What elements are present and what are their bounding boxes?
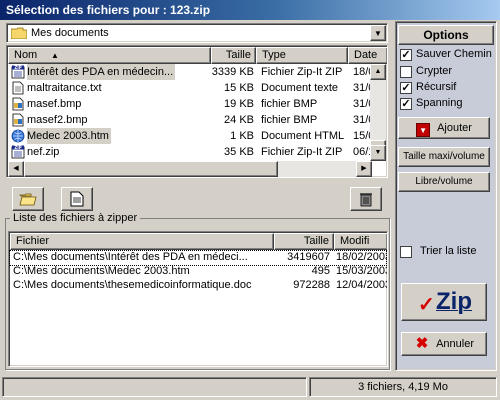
- options-title: Options: [398, 25, 494, 45]
- file-list-view[interactable]: Nom ▲ Taille Type Date ZIP Intérêt des PD…: [6, 45, 388, 178]
- zip-row[interactable]: C:\Mes documents\thesemedicoinformatique…: [10, 279, 388, 293]
- svg-text:ZIP: ZIP: [14, 145, 21, 150]
- text-file-icon: [11, 81, 25, 95]
- close-icon: ✖: [415, 335, 429, 353]
- scroll-left-icon[interactable]: ◀: [8, 161, 24, 177]
- column-header-name[interactable]: Nom ▲: [8, 47, 211, 64]
- properties-button[interactable]: [61, 187, 93, 211]
- zip-file-size: 3419607: [287, 251, 330, 263]
- file-size: 19 KB: [224, 98, 254, 110]
- checkbox-box[interactable]: [400, 66, 412, 78]
- file-row[interactable]: masef.bmp 19 KB fichier BMP 31/0: [8, 96, 373, 112]
- column-header-file[interactable]: Fichier: [10, 233, 274, 250]
- window-title-bar[interactable]: Sélection des fichiers pour : 123.zip: [0, 0, 500, 20]
- column-header-size[interactable]: Taille: [211, 47, 256, 64]
- column-header-date[interactable]: Date: [348, 47, 387, 64]
- column-header-modified[interactable]: Modifi: [334, 233, 387, 250]
- checkbox-box[interactable]: ✓: [400, 98, 412, 110]
- file-row[interactable]: maltraitance.txt 15 KB Document texte 31/0: [8, 80, 373, 96]
- zip-file-date: 15/03/2003: [336, 265, 388, 277]
- file-type: fichier BMP: [261, 98, 318, 110]
- folder-icon: [11, 27, 27, 39]
- zip-file-path: C:\Mes documents\Intérêt des PDA en méde…: [13, 251, 248, 263]
- file-size: 3339 KB: [211, 66, 254, 78]
- zip-button[interactable]: ✓ Zip: [401, 283, 487, 321]
- zip-file-path: C:\Mes documents\Medec 2003.htm: [13, 265, 190, 277]
- chevron-down-icon[interactable]: ▼: [370, 25, 386, 41]
- checkmark-icon: ✓: [418, 294, 435, 316]
- checkbox-box[interactable]: ✓: [400, 49, 412, 61]
- scroll-down-icon[interactable]: ▼: [370, 145, 386, 161]
- file-type: Document texte: [261, 82, 339, 94]
- document-icon: [70, 191, 84, 207]
- file-name: masef.bmp: [27, 98, 82, 110]
- zip-file-size: 972288: [293, 279, 330, 291]
- delete-button[interactable]: [350, 187, 382, 211]
- file-type: Document HTML: [261, 130, 345, 142]
- file-row[interactable]: ZIP Intérêt des PDA en médecin... 3339 KB F…: [8, 64, 373, 80]
- bitmap-icon: [11, 97, 25, 111]
- file-name: Medec 2003.htm: [27, 128, 111, 144]
- free-volume-button[interactable]: Libre/volume: [398, 172, 490, 192]
- zip-row[interactable]: C:\Mes documents\Medec 2003.htm 495 15/03/…: [10, 265, 388, 279]
- address-combobox[interactable]: Mes documents ▼: [6, 23, 388, 43]
- scroll-right-icon[interactable]: ▶: [356, 161, 372, 177]
- address-value: Mes documents: [31, 27, 109, 39]
- column-header-type[interactable]: Type: [256, 47, 348, 64]
- file-type: fichier BMP: [261, 114, 318, 126]
- file-type: Fichier Zip-It ZIP: [261, 146, 343, 158]
- zip-file-size: 495: [311, 265, 330, 277]
- file-size: 24 KB: [224, 114, 254, 126]
- checkbox-box[interactable]: ✓: [400, 82, 412, 94]
- svg-text:ZIP: ZIP: [14, 65, 21, 70]
- file-row[interactable]: ZIP nef.zip 35 KB Fichier Zip-It ZIP 06/1: [8, 144, 373, 160]
- add-button[interactable]: ▼ Ajouter: [398, 117, 490, 139]
- max-size-volume-button[interactable]: Taille maxi/volume: [398, 147, 490, 167]
- sort-up-icon: ▲: [51, 51, 59, 60]
- window-title: Sélection des fichiers pour : 123.zip: [6, 3, 211, 17]
- scroll-thumb[interactable]: [24, 161, 278, 177]
- zip-icon: ZIP: [11, 65, 25, 79]
- file-row[interactable]: masef2.bmp 24 KB fichier BMP 31/0: [8, 112, 373, 128]
- file-row[interactable]: Medec 2003.htm 1 KB Document HTML 15/0: [8, 128, 373, 144]
- open-folder-button[interactable]: [12, 187, 44, 211]
- zip-row[interactable]: C:\Mes documents\Intérêt des PDA en méde…: [9, 250, 388, 266]
- trash-icon: [360, 193, 372, 207]
- zip-list-group-label: Liste des fichiers à zipper: [10, 212, 141, 224]
- file-size: 35 KB: [224, 146, 254, 158]
- open-folder-icon: [19, 193, 37, 206]
- file-name: Intérêt des PDA en médecin...: [27, 64, 176, 80]
- down-arrow-icon: ▼: [416, 123, 431, 137]
- file-size: 1 KB: [230, 130, 254, 142]
- cancel-button[interactable]: ✖ Annuler: [401, 332, 487, 356]
- zip-file-date: 18/02/2003: [336, 251, 388, 263]
- file-name: masef2.bmp: [27, 114, 88, 126]
- file-type: Fichier Zip-It ZIP: [261, 66, 343, 78]
- zip-icon: ZIP: [11, 145, 25, 159]
- bitmap-icon: [11, 113, 25, 127]
- file-name: nef.zip: [27, 146, 60, 158]
- zip-file-path: C:\Mes documents\thesemedicoinformatique…: [13, 279, 252, 291]
- zip-file-date: 12/04/2003: [336, 279, 388, 291]
- status-bar-left: [2, 377, 307, 397]
- checkbox-box[interactable]: [400, 246, 412, 258]
- scroll-up-icon[interactable]: ▲: [370, 64, 386, 80]
- file-name: maltraitance.txt: [27, 82, 102, 94]
- file-list-vertical-scrollbar[interactable]: ▲ ▼: [370, 64, 386, 161]
- zip-file-list[interactable]: Fichier Taille Modifi C:\Mes documents\I…: [8, 231, 388, 367]
- file-list-horizontal-scrollbar[interactable]: ◀ ▶: [8, 161, 372, 177]
- status-summary: 3 fichiers, 4,19 Mo: [309, 377, 497, 397]
- column-header-size[interactable]: Taille: [274, 233, 334, 250]
- html-file-icon: [11, 129, 25, 143]
- file-size: 15 KB: [224, 82, 254, 94]
